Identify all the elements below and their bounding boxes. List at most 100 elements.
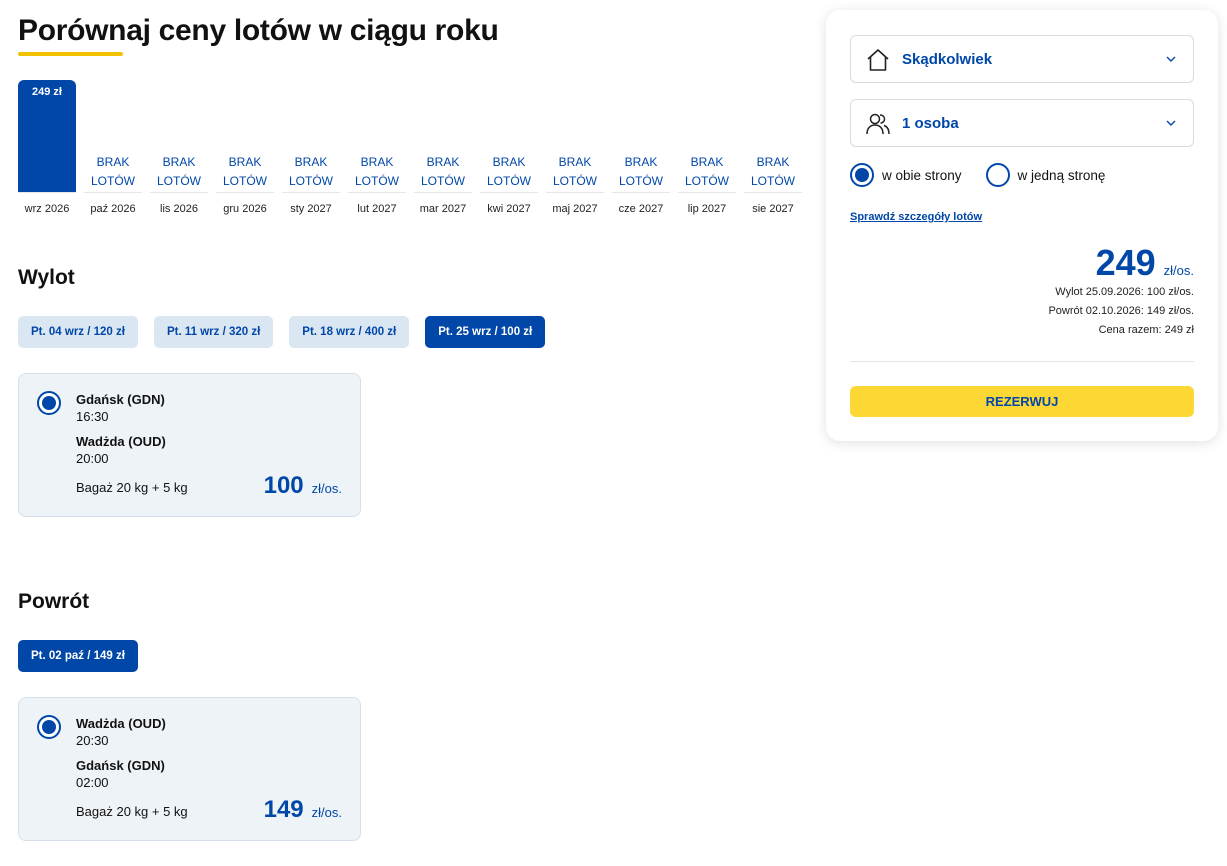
month-bar-area: BRAK LOTÓW (678, 81, 736, 193)
page-title: Porównaj ceny lotów w ciągu roku (18, 14, 499, 47)
no-flights-label: BRAK LOTÓW (223, 155, 267, 188)
month-bar-area: BRAK LOTÓW (414, 81, 472, 193)
no-flights-label: BRAK LOTÓW (157, 155, 201, 188)
month-item[interactable]: BRAK LOTÓW mar 2027 (414, 81, 472, 215)
trip-oneway-option[interactable]: w jedną stronę (985, 163, 1106, 187)
month-item[interactable]: BRAK LOTÓW paź 2026 (84, 81, 142, 215)
no-flights-label: BRAK LOTÓW (619, 155, 663, 188)
baggage-info: Bagaż 20 kg + 5 kg (76, 480, 188, 495)
no-flights-label: BRAK LOTÓW (421, 155, 465, 188)
trip-oneway-radio[interactable] (985, 163, 1010, 187)
book-button[interactable]: REZERWUJ (850, 386, 1194, 417)
month-label: lip 2027 (687, 203, 727, 215)
outbound-date-chip[interactable]: Pt. 18 wrz / 400 zł (289, 316, 410, 348)
month-price-bar[interactable]: 249 zł (18, 80, 76, 192)
trip-round-radio[interactable] (850, 163, 874, 187)
flight-price: 100 zł/os. (264, 472, 342, 500)
booking-summary-panel: Skądkolwiek 1 osoba w obie strony w jedn… (826, 10, 1218, 441)
month-bar-area: BRAK LOTÓW (480, 81, 538, 193)
return-heading: Powrót (18, 590, 90, 613)
month-item[interactable]: BRAK LOTÓW lut 2027 (348, 81, 406, 215)
month-bar-area: BRAK LOTÓW (348, 81, 406, 193)
flight-details-link[interactable]: Sprawdź szczegóły lotów (850, 211, 982, 223)
month-bar-area: BRAK LOTÓW (744, 81, 802, 193)
flight-price-unit: zł/os. (311, 481, 342, 496)
outbound-heading: Wylot (18, 266, 75, 289)
month-item[interactable]: BRAK LOTÓW sie 2027 (744, 81, 802, 215)
outbound-date-chip[interactable]: Pt. 04 wrz / 120 zł (18, 316, 138, 348)
chevron-down-icon (1166, 56, 1176, 62)
price-breakdown: Wylot 25.09.2026: 100 zł/os. Powrót 02.1… (1048, 283, 1194, 340)
month-label: maj 2027 (552, 203, 598, 215)
no-flights-label: BRAK LOTÓW (685, 155, 729, 188)
month-item[interactable]: BRAK LOTÓW sty 2027 (282, 81, 340, 215)
no-flights-label: BRAK LOTÓW (553, 155, 597, 188)
return-date-chip-selected[interactable]: Pt. 02 paź / 149 zł (18, 640, 138, 672)
outbound-price-line: Wylot 25.09.2026: 100 zł/os. (1055, 286, 1194, 298)
flight-price-value: 100 (263, 472, 304, 499)
month-price-label: 249 zł (32, 86, 62, 98)
divider (850, 361, 1194, 362)
arrival-time: 20:00 (76, 451, 109, 466)
month-label: lis 2026 (160, 203, 198, 215)
month-bar-area: BRAK LOTÓW (546, 81, 604, 193)
trip-type-options: w obie strony w jedną stronę (850, 163, 1105, 187)
return-flight-card[interactable]: Wadżda (OUD) 20:30 Gdańsk (GDN) 02:00 Ba… (18, 697, 361, 841)
departure-time: 20:30 (76, 733, 109, 748)
no-flights-label: BRAK LOTÓW (289, 155, 333, 188)
month-label: paź 2026 (90, 203, 136, 215)
month-item[interactable]: 249 zł wrz 2026 (18, 80, 76, 215)
outbound-date-chips: Pt. 04 wrz / 120 zł Pt. 11 wrz / 320 zł … (18, 316, 546, 348)
outbound-date-chip[interactable]: Pt. 11 wrz / 320 zł (153, 316, 274, 348)
month-label: cze 2027 (618, 203, 664, 215)
month-label: sie 2027 (752, 203, 794, 215)
chevron-down-icon (1166, 120, 1176, 126)
arrival-airport: Gdańsk (GDN) (76, 758, 165, 773)
flight-price-value: 149 (263, 796, 304, 823)
baggage-info: Bagaż 20 kg + 5 kg (76, 804, 188, 819)
arrival-airport: Wadżda (OUD) (76, 434, 166, 449)
month-bar-area: 249 zł (18, 80, 76, 193)
no-flights-label: BRAK LOTÓW (91, 155, 135, 188)
total-price-line: Cena razem: 249 zł (1098, 324, 1194, 336)
month-item[interactable]: BRAK LOTÓW lis 2026 (150, 81, 208, 215)
month-bar-area: BRAK LOTÓW (282, 81, 340, 193)
flight-price-unit: zł/os. (311, 805, 342, 820)
month-label: sty 2027 (290, 203, 332, 215)
title-underline (18, 52, 123, 56)
flight-price: 149 zł/os. (264, 796, 342, 824)
departure-time: 16:30 (76, 409, 109, 424)
passengers-select[interactable]: 1 osoba (850, 99, 1194, 147)
month-label: lut 2027 (357, 203, 397, 215)
users-icon (866, 113, 890, 135)
outbound-flight-radio[interactable] (37, 391, 61, 415)
no-flights-label: BRAK LOTÓW (751, 155, 795, 188)
month-label: wrz 2026 (24, 203, 70, 215)
no-flights-label: BRAK LOTÓW (355, 155, 399, 188)
no-flights-label: BRAK LOTÓW (487, 155, 531, 188)
total-price-unit: zł/os. (1163, 263, 1194, 278)
total-price-value: 249 (1095, 242, 1156, 283)
month-bar-area: BRAK LOTÓW (150, 81, 208, 193)
month-item[interactable]: BRAK LOTÓW maj 2027 (546, 81, 604, 215)
month-label: gru 2026 (223, 203, 267, 215)
origin-select-value: Skądkolwiek (902, 50, 993, 68)
return-flight-radio[interactable] (37, 715, 61, 739)
total-price: 249 zł/os. (1096, 242, 1194, 284)
month-item[interactable]: BRAK LOTÓW gru 2026 (216, 81, 274, 215)
month-bar-area: BRAK LOTÓW (84, 81, 142, 193)
outbound-flight-card[interactable]: Gdańsk (GDN) 16:30 Wadżda (OUD) 20:00 Ba… (18, 373, 361, 517)
departure-airport: Wadżda (OUD) (76, 716, 166, 731)
outbound-date-chip-selected[interactable]: Pt. 25 wrz / 100 zł (425, 316, 546, 348)
return-price-line: Powrót 02.10.2026: 149 zł/os. (1048, 305, 1194, 317)
month-item[interactable]: BRAK LOTÓW lip 2027 (678, 81, 736, 215)
trip-round-option[interactable]: w obie strony (850, 163, 962, 187)
month-item[interactable]: BRAK LOTÓW kwi 2027 (480, 81, 538, 215)
return-date-chips: Pt. 02 paź / 149 zł (18, 640, 138, 672)
trip-oneway-label: w jedną stronę (1017, 167, 1106, 183)
home-icon (867, 49, 889, 71)
origin-select[interactable]: Skądkolwiek (850, 35, 1194, 83)
month-item[interactable]: BRAK LOTÓW cze 2027 (612, 81, 670, 215)
month-calendar: 249 zł wrz 2026 BRAK LOTÓW paź 2026 BRAK L… (18, 80, 802, 215)
month-bar-area: BRAK LOTÓW (216, 81, 274, 193)
